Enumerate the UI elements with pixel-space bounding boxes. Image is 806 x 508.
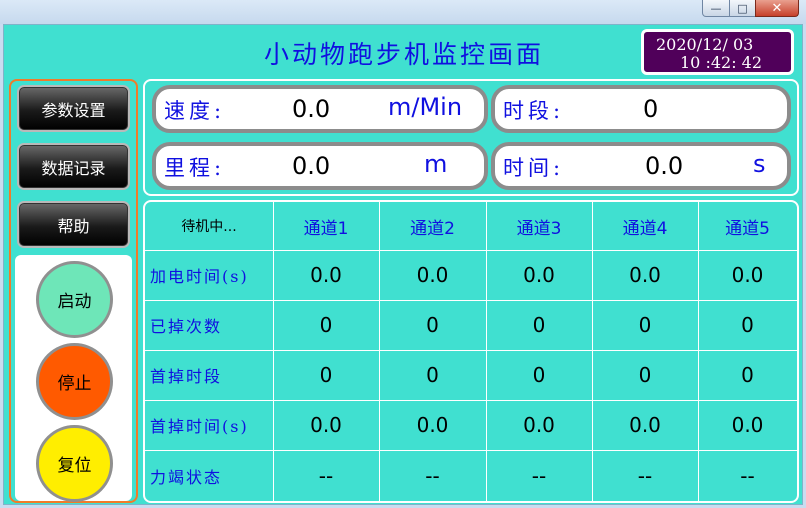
application-window: — □ ✕ 小动物跑步机监控画面 2020/12/ 03 10 :42: 42 … (0, 0, 806, 508)
run-controls: 启动 停止 复位 (15, 255, 132, 502)
table-cell: 0 (426, 313, 439, 337)
maximize-icon: □ (737, 1, 748, 15)
table-cell: -- (531, 463, 547, 488)
table-cell: 0.0 (731, 413, 764, 437)
minimize-button[interactable]: — (702, 0, 730, 17)
params-settings-button[interactable]: 参数设置 (17, 85, 130, 132)
table-cell: 0 (319, 363, 333, 387)
close-icon: ✕ (771, 0, 783, 16)
table-cell: 0.0 (310, 263, 342, 287)
distance-display: 里程: 0.0 m (152, 142, 488, 190)
left-control-panel: 参数设置 数据记录 帮助 启动 停止 复位 (9, 79, 138, 503)
period-value: 0 (643, 95, 659, 123)
period-label: 时段: (503, 99, 565, 123)
channel-header-4: 通道4 (622, 218, 668, 239)
table-cell: 0.0 (310, 413, 342, 437)
speed-display: 速度: 0.0 m/Min (152, 85, 488, 133)
close-button[interactable]: ✕ (755, 0, 799, 17)
distance-value: 0.0 (292, 152, 331, 180)
table-cell: -- (740, 463, 755, 488)
row-label: 力竭状态 (150, 467, 223, 487)
channel-table: 待机中... 通道1 通道2 通道3 通道4 通道5 加电时间(s) 0.0 0.0 0.0 0.0… (143, 200, 799, 503)
table-cell: 0 (741, 313, 754, 337)
reset-button[interactable]: 复位 (36, 425, 113, 502)
elapsed-time-value: 0.0 (645, 152, 684, 180)
time-unit: s (753, 150, 766, 178)
row-label: 加电时间(s) (150, 267, 249, 286)
row-label: 已掉次数 (150, 317, 223, 336)
maximize-button[interactable]: □ (729, 0, 756, 17)
distance-label: 里程: (164, 156, 226, 180)
table-cell: 0.0 (416, 263, 449, 287)
table-status-cell: 待机中... (181, 219, 237, 235)
table-cell: -- (318, 463, 334, 488)
distance-unit: m (424, 150, 448, 178)
status-info-panel: 速度: 0.0 m/Min 时段: 0 里程: 0.0 m 时间: 0.0 s (143, 79, 799, 196)
channel-header-5: 通道5 (725, 218, 770, 239)
table-cell: -- (425, 463, 440, 488)
help-button[interactable]: 帮助 (17, 201, 130, 248)
channel-header-2: 通道2 (410, 218, 455, 239)
table-cell: 0 (638, 363, 652, 387)
table-cell: 0 (532, 363, 546, 387)
monitor-screen: 小动物跑步机监控画面 2020/12/ 03 10 :42: 42 参数设置 数… (3, 24, 803, 505)
table-cell: 0 (638, 313, 652, 337)
time-label: 时间: (503, 156, 565, 180)
date-text: 2020/12/ 03 (656, 35, 754, 54)
data-records-button[interactable]: 数据记录 (17, 143, 130, 190)
time-display: 时间: 0.0 s (491, 142, 791, 190)
speed-unit: m/Min (388, 93, 463, 121)
row-label: 首掉时间(s) (150, 417, 249, 436)
minimize-icon: — (710, 1, 722, 15)
time-text: 10 :42: 42 (680, 53, 763, 72)
table-cell: 0.0 (523, 263, 555, 287)
window-titlebar: — □ ✕ (0, 0, 806, 24)
table-cell: 0 (741, 363, 754, 387)
table-cell: 0 (532, 313, 546, 337)
speed-label: 速度: (164, 99, 226, 123)
stop-button[interactable]: 停止 (36, 343, 113, 420)
table-cell: 0.0 (416, 413, 449, 437)
channel-header-3: 通道3 (516, 218, 562, 239)
table-cell: 0 (426, 363, 439, 387)
table-cell: -- (637, 463, 653, 488)
start-button[interactable]: 启动 (36, 261, 113, 338)
table-cell: 0.0 (629, 413, 661, 437)
channel-header-1: 通道1 (303, 218, 349, 239)
table-cell: 0.0 (629, 263, 661, 287)
period-display: 时段: 0 (491, 85, 791, 133)
table-cell: 0.0 (523, 413, 555, 437)
datetime-display: 2020/12/ 03 10 :42: 42 (641, 29, 794, 75)
row-label: 首掉时段 (150, 367, 223, 386)
table-cell: 0.0 (731, 263, 764, 287)
table-cell: 0 (319, 313, 333, 337)
speed-value: 0.0 (292, 95, 331, 123)
